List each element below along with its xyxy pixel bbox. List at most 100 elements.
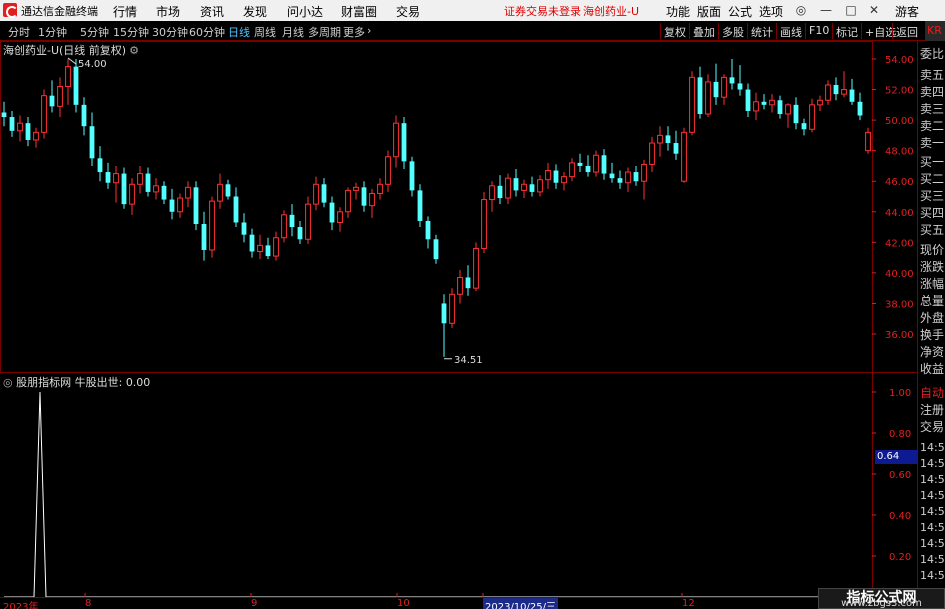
chart-settings-icon[interactable]: ⚙ (129, 44, 139, 57)
toolbar-back-button[interactable]: 返回 (892, 23, 921, 39)
candle-body (521, 183, 527, 191)
menu-ask[interactable]: 问小达 (287, 3, 323, 20)
candle-body (785, 104, 791, 115)
candle-body (737, 83, 743, 90)
candle-body (777, 100, 783, 114)
trade-login-warning[interactable]: 证券交易未登录 (504, 3, 581, 19)
tick-time: 14:56 (920, 553, 945, 566)
toolbar-f10-button[interactable]: F10 (805, 23, 832, 39)
candle-body (409, 161, 415, 191)
indicator-toggle-icon[interactable]: ◎ (3, 376, 13, 389)
quote-label: 卖五 (920, 68, 945, 82)
date-label-dec: 12 (682, 598, 695, 609)
tick-time: 14:56 (920, 521, 945, 534)
candlestick-chart[interactable]: 54.00 52.00 50.00 48.00 46.00 44.00 42.00 40.00… (0, 41, 917, 597)
chart-area[interactable]: 54.00 52.00 50.00 48.00 46.00 44.00 42.00 40.00… (0, 41, 917, 609)
candle-body (289, 214, 295, 228)
toolbar-multistock-button[interactable]: 多股 (718, 23, 747, 39)
candle-body (697, 77, 703, 114)
toolbar-mark-button[interactable]: 标记 (832, 23, 861, 39)
menu-trade[interactable]: 交易 (396, 3, 420, 20)
kr-button[interactable]: KR (925, 21, 945, 41)
candle-body (577, 162, 583, 166)
candle-body (649, 142, 655, 165)
toolbar-adjust-button[interactable]: 复权 (660, 23, 689, 39)
tick-time: 14:56 (920, 569, 945, 582)
menu-layout[interactable]: 版面 (697, 3, 721, 20)
candle-body (801, 123, 807, 130)
toolbar-draw-button[interactable]: 画线 (776, 23, 805, 39)
title-bar: 通达信金融终端 行情 市场 资讯 发现 问小达 财富圈 交易 证券交易未登录 海… (0, 0, 945, 21)
candle-body (217, 183, 223, 202)
candle-body (169, 199, 175, 212)
candle-body (121, 173, 127, 205)
more-chevron-icon[interactable]: › (367, 24, 371, 37)
register-link[interactable]: 注册 (920, 401, 944, 418)
candle-body (769, 99, 775, 106)
candle-body (793, 104, 799, 124)
period-tab-15min[interactable]: 15分钟 (113, 24, 149, 40)
menu-news[interactable]: 资讯 (200, 3, 224, 20)
help-icon[interactable]: ◎ (795, 4, 807, 16)
candle-body (257, 244, 263, 252)
candle-body (393, 122, 399, 158)
menu-function[interactable]: 功能 (666, 3, 690, 20)
price-tick-label: 40.00 (885, 269, 914, 280)
period-tab-multi[interactable]: 多周期 (308, 24, 341, 40)
candle-body (345, 189, 351, 213)
current-stock-name: 海创药业-U (583, 5, 640, 18)
period-tab-30min[interactable]: 30分钟 (152, 24, 188, 40)
restore-icon[interactable]: □ (845, 4, 857, 16)
menu-formula[interactable]: 公式 (728, 3, 752, 20)
period-tab-5min[interactable]: 5分钟 (80, 24, 109, 40)
quote-label: 涨跌 (920, 260, 945, 274)
candle-body (313, 183, 319, 205)
period-tab-more[interactable]: 更多 (343, 24, 365, 40)
indicator-title: ◎ 股朋指标网 牛股出世: 0.00 (3, 374, 150, 390)
minimize-icon[interactable]: — (820, 4, 832, 16)
quote-label: 买一 (920, 155, 945, 169)
candle-body (665, 135, 671, 144)
candle-body (657, 134, 663, 144)
period-tab-1min[interactable]: 1分钟 (38, 24, 67, 40)
quote-label: 委比 (920, 47, 945, 61)
period-tab-monthly[interactable]: 月线 (282, 24, 304, 40)
menu-market[interactable]: 市场 (156, 3, 180, 20)
menu-discover[interactable]: 发现 (243, 3, 267, 20)
candle-body (641, 163, 647, 182)
candle-body (489, 185, 495, 201)
period-tab-60min[interactable]: 60分钟 (189, 24, 225, 40)
trade-link[interactable]: 交易 (920, 418, 944, 435)
toolbar-overlay-button[interactable]: 叠加 (689, 23, 718, 39)
period-tab-weekly[interactable]: 周线 (254, 24, 276, 40)
price-tick-label: 46.00 (885, 177, 914, 188)
auto-trade-link[interactable]: 自动 (920, 384, 944, 401)
period-toolbar: 分时 1分钟 5分钟 15分钟 30分钟 60分钟 日线 周线 月线 多周期 更… (0, 21, 945, 41)
candle-body (817, 99, 823, 106)
indicator-tick-label: 0.40 (889, 511, 911, 522)
menu-quotes[interactable]: 行情 (113, 3, 137, 20)
toolbar-stats-button[interactable]: 统计 (747, 23, 776, 39)
period-tab-daily[interactable]: 日线 (228, 24, 250, 40)
period-tab-timeshare[interactable]: 分时 (8, 24, 30, 40)
candle-body (105, 172, 111, 183)
candle-body (1, 112, 7, 118)
main-panel-border (0, 41, 873, 373)
menu-options[interactable]: 选项 (759, 3, 783, 20)
candle-body (249, 234, 255, 252)
candle-body (441, 303, 447, 324)
menu-wealth[interactable]: 财富圈 (341, 3, 377, 20)
quote-label: 涨幅 (920, 277, 945, 291)
candle-body (57, 86, 63, 107)
close-icon[interactable]: ✕ (868, 4, 880, 16)
candle-body (625, 171, 631, 184)
candle-body (25, 123, 31, 140)
candle-body (809, 104, 815, 130)
candle-body (457, 276, 463, 295)
quote-label: 外盘 (920, 311, 945, 325)
price-tick-label: 44.00 (885, 208, 914, 219)
guest-label[interactable]: 游客 (895, 3, 919, 20)
high-annotation: 54.00 (78, 59, 107, 70)
candle-body (689, 76, 695, 133)
candle-body (705, 81, 711, 115)
